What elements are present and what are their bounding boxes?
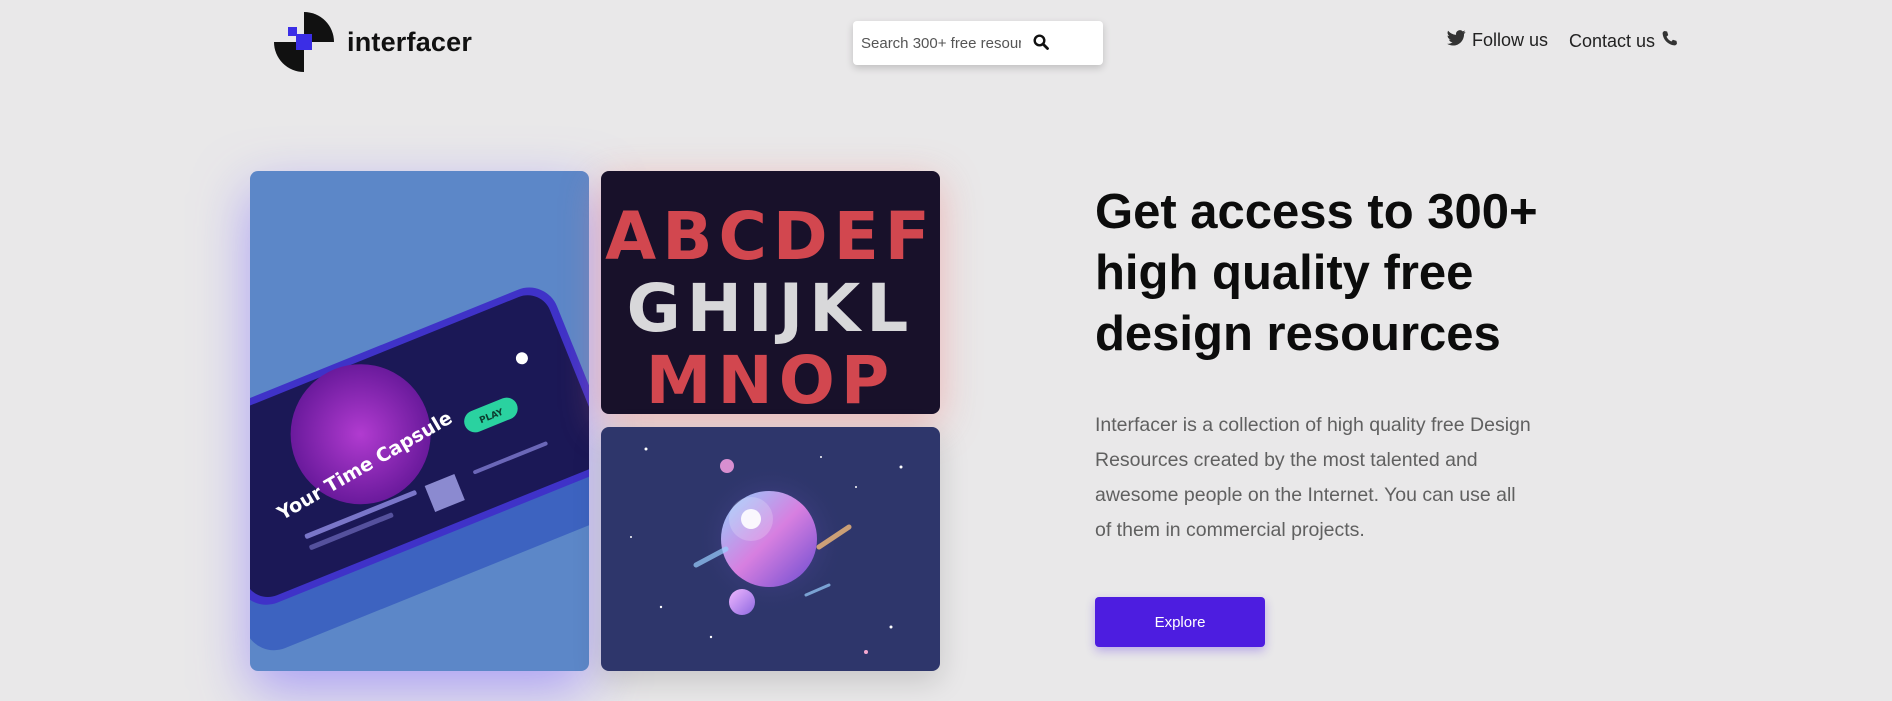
- hero-description: Interfacer is a collection of high quali…: [1095, 414, 1531, 541]
- contact-us-link[interactable]: Contact us: [1569, 30, 1678, 52]
- search-box: [853, 21, 1103, 65]
- search-input[interactable]: [859, 33, 1023, 53]
- space-illustration-card[interactable]: [601, 427, 940, 671]
- font-row-3: MNOP: [645, 342, 896, 415]
- font-specimen: ABCDEF GHIJKL MNOP: [601, 198, 940, 415]
- font-row-1: ABCDEF: [605, 198, 936, 275]
- logo-mark-icon: [273, 11, 335, 73]
- twitter-icon: [1447, 30, 1466, 51]
- brand-name: interfacer: [347, 26, 473, 57]
- mobile-app-preview-card[interactable]: PLAY Your Time Capsule: [250, 171, 589, 671]
- follow-us-link[interactable]: Follow us: [1447, 30, 1548, 51]
- phone-mockup-illustration: PLAY Your Time Capsule: [250, 287, 589, 651]
- brand-logo[interactable]: interfacer: [273, 11, 472, 73]
- contact-us-label: Contact us: [1569, 30, 1656, 51]
- search-icon[interactable]: [1033, 34, 1051, 52]
- explore-button[interactable]: Explore: [1095, 597, 1265, 647]
- follow-us-label: Follow us: [1472, 30, 1549, 50]
- planet-illustration: [630, 447, 903, 654]
- phone-icon: [1661, 30, 1678, 52]
- font-row-2: GHIJKL: [626, 270, 915, 347]
- hero-headline: Get access to 300+ high quality free des…: [1095, 185, 1538, 361]
- font-preview-card[interactable]: ABCDEF GHIJKL MNOP: [601, 171, 940, 414]
